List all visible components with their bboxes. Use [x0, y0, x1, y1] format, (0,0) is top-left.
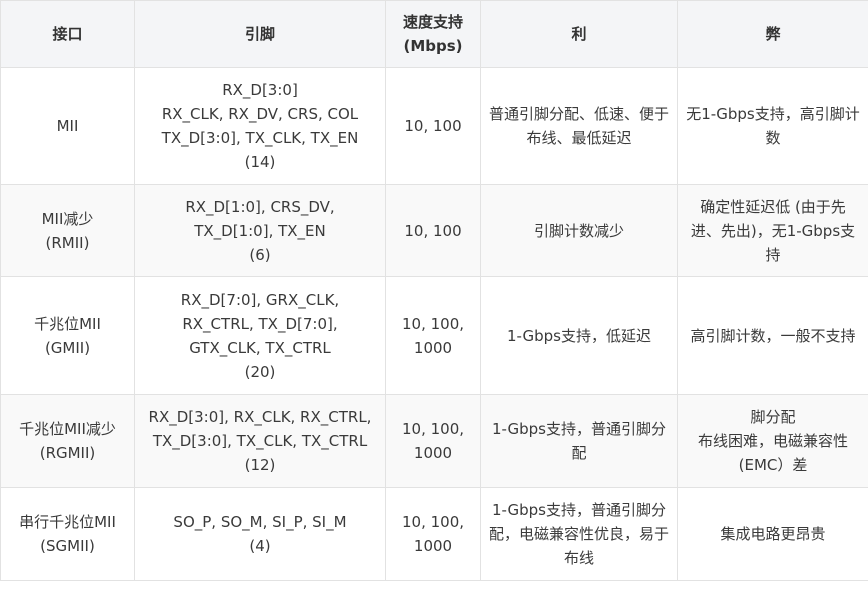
cell-speed: 10, 100, 1000 — [385, 276, 481, 395]
cell-text: RX_CTRL, TX_D[7:0], — [182, 314, 338, 333]
cell-text: MII — [56, 117, 79, 135]
cell-text: (SGMII) — [40, 537, 95, 555]
cell-text: 确定性延迟低 (由于先进、先出)，无1-Gbps支持 — [690, 197, 856, 264]
cell-text: RX_D[1:0], CRS_DV, — [185, 197, 335, 216]
table-row: 串行千兆位MII (SGMII) SO_P, SO_M, SI_P, SI_M … — [0, 487, 868, 581]
table-row: 千兆位MII减少 (RGMII) RX_D[3:0], RX_CLK, RX_C… — [0, 394, 868, 488]
cell-text: RX_D[3:0] — [222, 81, 298, 99]
cell-text: 集成电路更昂贵 — [720, 525, 826, 543]
cell-text: (RMII) — [45, 233, 90, 252]
cell-interface: 千兆位MII (GMII) — [0, 276, 135, 395]
cell-pins: SO_P, SO_M, SI_P, SI_M (4) — [134, 487, 386, 581]
cell-pins: RX_D[3:0] RX_CLK, RX_DV, CRS, COL TX_D[3… — [134, 67, 386, 185]
cell-cons: 无1-Gbps支持，高引脚计数 — [677, 67, 868, 185]
cell-text: 1000 — [413, 444, 453, 462]
cell-text: 1-Gbps支持，普通引脚分配 — [492, 420, 666, 462]
cell-pros: 普通引脚分配、低速、便于布线、最低延迟 — [480, 67, 678, 185]
cell-cons: 高引脚计数，一般不支持 — [677, 276, 868, 395]
header-cons: 弊 — [677, 0, 868, 68]
table-row: MII RX_D[3:0] RX_CLK, RX_DV, CRS, COL TX… — [0, 67, 868, 185]
cell-text: 高引脚计数，一般不支持 — [690, 326, 856, 345]
cell-text: 10, 100, — [401, 314, 465, 333]
cell-text: (4) — [249, 537, 271, 555]
cell-text: 引脚计数减少 — [533, 221, 624, 240]
cell-pins: RX_D[1:0], CRS_DV, TX_D[1:0], TX_EN (6) — [134, 184, 386, 277]
header-pins: 引脚 — [134, 0, 386, 68]
cell-speed: 10, 100 — [385, 67, 481, 185]
cell-text: 无1-Gbps支持，高引脚计数 — [686, 105, 860, 147]
cell-text: 10, 100, — [401, 420, 465, 438]
cell-text: TX_D[3:0], TX_CLK, TX_EN — [161, 129, 359, 147]
header-interface: 接口 — [0, 0, 135, 68]
cell-text: (RGMII) — [39, 444, 96, 462]
cell-text: 布线困难，电磁兼容性 — [697, 432, 848, 450]
cell-text: 千兆位MII减少 — [19, 420, 116, 438]
cell-speed: 10, 100, 1000 — [385, 487, 481, 581]
header-speed-line2: (Mbps) — [403, 37, 463, 55]
cell-text: (EMC）差 — [738, 456, 808, 474]
cell-text: 串行千兆位MII — [19, 513, 116, 531]
cell-text: TX_D[1:0], TX_EN — [194, 221, 326, 240]
cell-text: RX_D[7:0], GRX_CLK, — [180, 290, 340, 309]
cell-text: (6) — [249, 245, 271, 264]
cell-text: 1-Gbps支持，普通引脚分配，电磁兼容性优良，易于布线 — [489, 501, 670, 567]
cell-text: 10, 100 — [404, 221, 462, 240]
cell-text: SO_P, SO_M, SI_P, SI_M — [173, 513, 347, 531]
cell-interface: MII — [0, 67, 135, 185]
cell-interface: MII减少 (RMII) — [0, 184, 135, 277]
cell-interface: 串行千兆位MII (SGMII) — [0, 487, 135, 581]
cell-pros: 1-Gbps支持，低延迟 — [480, 276, 678, 395]
cell-text: TX_D[3:0], TX_CLK, TX_CTRL — [152, 432, 368, 450]
header-speed-line1: 速度支持 — [402, 13, 463, 31]
cell-pros: 引脚计数减少 — [480, 184, 678, 277]
cell-speed: 10, 100, 1000 — [385, 394, 481, 488]
header-row: 接口 引脚 速度支持 (Mbps) 利 弊 — [0, 0, 868, 68]
cell-interface: 千兆位MII减少 (RGMII) — [0, 394, 135, 488]
cell-text: 1000 — [413, 338, 453, 357]
cell-pins: RX_D[3:0], RX_CLK, RX_CTRL, TX_D[3:0], T… — [134, 394, 386, 488]
header-pros: 利 — [480, 0, 678, 68]
cell-text: 10, 100, — [401, 513, 465, 531]
cell-pins: RX_D[7:0], GRX_CLK, RX_CTRL, TX_D[7:0], … — [134, 276, 386, 395]
cell-text: 10, 100 — [404, 117, 462, 135]
cell-text: 脚分配 — [750, 408, 796, 426]
interface-comparison-table: 接口 引脚 速度支持 (Mbps) 利 弊 MII RX_D[3:0] RX_C… — [0, 0, 868, 581]
cell-text: MII减少 — [41, 209, 94, 228]
header-speed: 速度支持 (Mbps) — [385, 0, 481, 68]
cell-speed: 10, 100 — [385, 184, 481, 277]
cell-text: GTX_CLK, TX_CTRL — [189, 338, 331, 357]
cell-cons: 确定性延迟低 (由于先进、先出)，无1-Gbps支持 — [677, 184, 868, 277]
cell-text: 普通引脚分配、低速、便于布线、最低延迟 — [489, 105, 670, 147]
cell-text: (20) — [244, 362, 276, 381]
table-row: MII减少 (RMII) RX_D[1:0], CRS_DV, TX_D[1:0… — [0, 184, 868, 277]
cell-cons: 集成电路更昂贵 — [677, 487, 868, 581]
cell-pros: 1-Gbps支持，普通引脚分配，电磁兼容性优良，易于布线 — [480, 487, 678, 581]
table-row: 千兆位MII (GMII) RX_D[7:0], GRX_CLK, RX_CTR… — [0, 276, 868, 395]
cell-text: 千兆位MII — [34, 314, 101, 333]
cell-text: 1-Gbps支持，低延迟 — [507, 326, 651, 345]
cell-text: (GMII) — [44, 338, 91, 357]
cell-pros: 1-Gbps支持，普通引脚分配 — [480, 394, 678, 488]
cell-text: (14) — [244, 153, 276, 171]
cell-cons: 脚分配 布线困难，电磁兼容性 (EMC）差 — [677, 394, 868, 488]
cell-text: 1000 — [413, 537, 453, 555]
cell-text: RX_CLK, RX_DV, CRS, COL — [161, 105, 359, 123]
cell-text: (12) — [244, 456, 276, 474]
cell-text: RX_D[3:0], RX_CLK, RX_CTRL, — [148, 408, 372, 426]
